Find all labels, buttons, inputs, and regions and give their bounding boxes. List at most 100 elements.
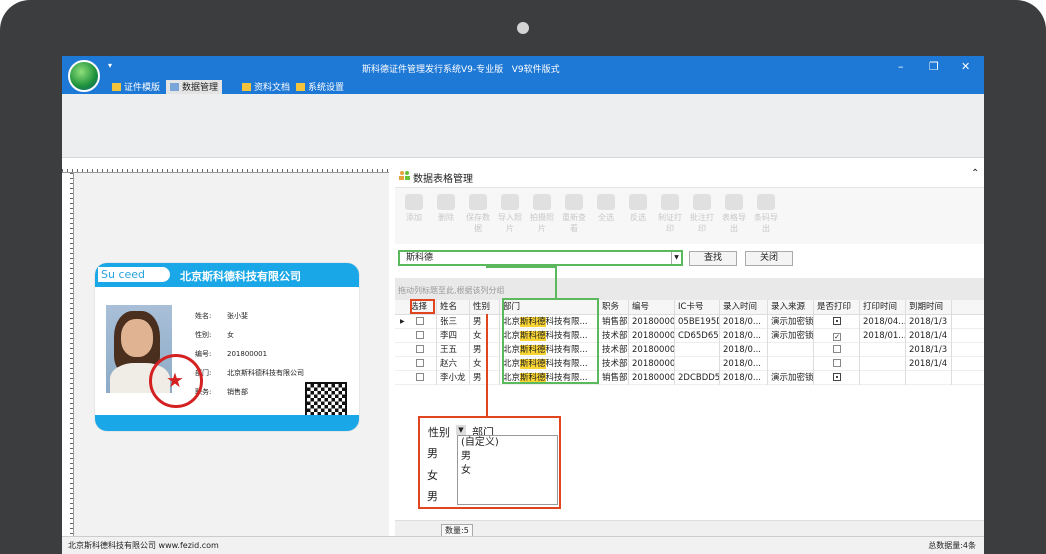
column-header[interactable]: 录入来源: [768, 300, 814, 314]
printed-checkbox[interactable]: [833, 345, 841, 353]
table-cell: 201800001: [629, 315, 675, 329]
table-row[interactable]: 赵六女北京斯科德科技有限...技术部2018000042018/0...2018…: [395, 357, 984, 371]
toolbar-button[interactable]: 重新查看: [559, 194, 589, 233]
cell-job: 销售部: [602, 317, 628, 327]
printed-checkbox[interactable]: [833, 359, 841, 367]
toolbar-label: 删除: [438, 213, 454, 222]
toolbar-button[interactable]: 制证打印: [655, 194, 685, 233]
toolbar-button[interactable]: 添加: [399, 194, 429, 228]
toolbar-button[interactable]: 保存数据: [463, 194, 493, 233]
column-header[interactable]: 性别: [470, 300, 500, 314]
table-row[interactable]: 李小龙男北京斯科德科技有限...销售部2018000052DCBDD5D2018…: [395, 371, 984, 385]
card-field-key: 编号:: [195, 350, 212, 358]
toolbar-button[interactable]: 全选: [591, 194, 621, 228]
horizontal-ruler: [62, 160, 389, 173]
cell-source: 演示加密锁: [771, 331, 814, 341]
row-checkbox[interactable]: [416, 331, 424, 339]
toolbar-icon: [469, 194, 487, 210]
find-button[interactable]: 查找: [689, 251, 737, 266]
toolbar-button[interactable]: 删除: [431, 194, 461, 228]
filter-dropdown-list[interactable]: (自定义) 男 女: [457, 435, 558, 505]
cell-job: 技术部: [602, 331, 628, 341]
column-header[interactable]: 录入时间: [720, 300, 768, 314]
table-cell: [860, 357, 906, 371]
id-card[interactable]: Su ceed 北京斯科德科技有限公司 姓名: 张小斐 性别: 女编号: 2018000…: [95, 263, 359, 431]
column-header[interactable]: 打印时间: [860, 300, 906, 314]
toolbar-button[interactable]: 拍摄照片: [527, 194, 557, 233]
close-search-button[interactable]: 关闭: [745, 251, 793, 266]
row-checkbox[interactable]: [416, 359, 424, 367]
tab-0[interactable]: 证件模版: [108, 80, 164, 94]
cell-time: 2018/0...: [723, 373, 762, 383]
status-company: 北京斯科德科技有限公司 www.fezid.com: [68, 541, 219, 550]
restore-button[interactable]: ❐: [929, 60, 939, 73]
ribbon-area: [62, 94, 984, 158]
tab-icon: [112, 83, 121, 91]
table-cell: [407, 315, 437, 329]
cell-number: 201800003: [632, 345, 675, 355]
sex-connector-line: [486, 314, 488, 416]
table-cell: 2018/0...: [720, 343, 768, 357]
search-input[interactable]: 斯科德 ▼: [398, 250, 683, 266]
close-button[interactable]: ✕: [961, 60, 970, 73]
popup-value: 男: [427, 447, 438, 460]
app-logo-icon[interactable]: [68, 60, 100, 92]
toolbar-button[interactable]: 表格导出: [719, 194, 749, 233]
cell-number: 201800004: [632, 359, 675, 369]
table-cell: 201800005: [629, 371, 675, 385]
toolbar-button[interactable]: 条码导出: [751, 194, 781, 233]
column-header[interactable]: 姓名: [437, 300, 470, 314]
toolbar-label: 拍摄照片: [530, 213, 554, 233]
toolbar-label: 保存数据: [466, 213, 490, 233]
cell-time: 2018/0...: [723, 345, 762, 355]
cell-job: 技术部: [602, 359, 628, 369]
column-header[interactable]: 到期时间: [906, 300, 952, 314]
toolbar-button[interactable]: 反选: [623, 194, 653, 228]
table-row[interactable]: 李四女北京斯科德科技有限...技术部201800002CD65D65D2018/…: [395, 329, 984, 343]
chevron-down-icon[interactable]: ▼: [671, 252, 681, 264]
toolbar-button[interactable]: 导入照片: [495, 194, 525, 233]
printed-checkbox[interactable]: ✓: [833, 333, 841, 341]
search-connector-line: [555, 266, 557, 299]
table-cell: 演示加密锁: [768, 315, 814, 329]
column-header[interactable]: 是否打印: [814, 300, 860, 314]
cell-name: 李小龙: [440, 373, 466, 383]
group-by-hint[interactable]: 拖动列标题至此,根据该列分组: [395, 278, 984, 300]
row-checkbox[interactable]: [416, 345, 424, 353]
printed-checkbox[interactable]: [833, 317, 841, 325]
column-header[interactable]: 职务: [599, 300, 629, 314]
table-cell: 2018/04...: [860, 315, 906, 329]
toolbar-label: 反选: [630, 213, 646, 222]
column-header[interactable]: 编号: [629, 300, 675, 314]
cell-number: 201800005: [632, 373, 675, 383]
photo-face: [121, 319, 153, 357]
tab-icon: [170, 83, 179, 91]
table-cell: 技术部: [599, 343, 629, 357]
tab-1[interactable]: 数据管理: [166, 80, 223, 94]
toolbar-button[interactable]: 批注打印: [687, 194, 717, 233]
table-cell: 销售部: [599, 371, 629, 385]
filter-option[interactable]: 男: [458, 450, 557, 464]
minimize-button[interactable]: –: [898, 60, 904, 73]
toolbar-icon: [565, 194, 583, 210]
table-row[interactable]: ▶张三男北京斯科德科技有限...销售部20180000105BE195D2018…: [395, 315, 984, 329]
tab-3[interactable]: 系统设置: [292, 80, 348, 94]
cell-sex: 女: [473, 331, 482, 341]
table-cell: [407, 371, 437, 385]
quick-access-dropdown-icon[interactable]: ▾: [108, 61, 112, 70]
row-checkbox[interactable]: [416, 317, 424, 325]
cell-expire: 2018/1/4: [909, 331, 948, 341]
cell-expire: 2018/1/4: [909, 359, 948, 369]
row-checkbox[interactable]: [416, 373, 424, 381]
collapse-icon[interactable]: ⌃: [971, 168, 979, 179]
table-cell: 2018/1/4: [906, 329, 952, 343]
filter-icon[interactable]: ▼: [456, 425, 466, 435]
tab-2[interactable]: 资料文档: [238, 80, 294, 94]
card-field: 编号: 201800001: [195, 349, 267, 359]
table-row[interactable]: 王五男北京斯科德科技有限...技术部2018000032018/0...2018…: [395, 343, 984, 357]
printed-checkbox[interactable]: [833, 373, 841, 381]
column-header[interactable]: IC卡号: [675, 300, 720, 314]
filter-option[interactable]: 女: [458, 464, 557, 478]
filter-option[interactable]: (自定义): [458, 436, 557, 450]
toolbar-icon: [501, 194, 519, 210]
